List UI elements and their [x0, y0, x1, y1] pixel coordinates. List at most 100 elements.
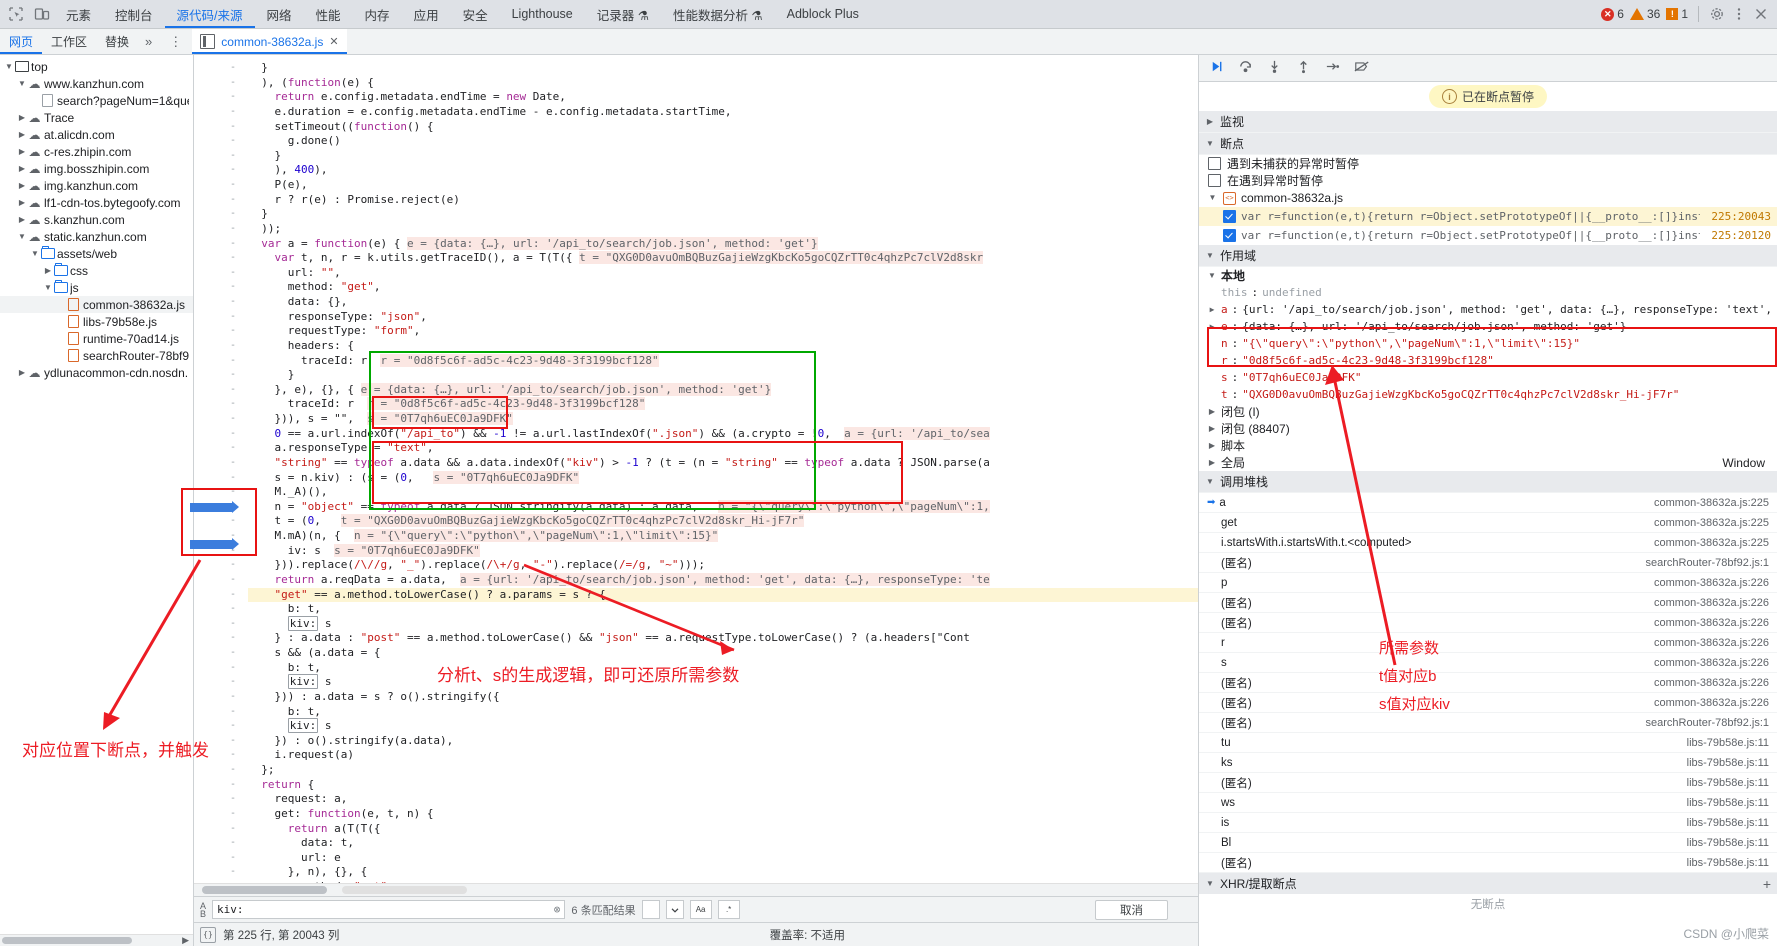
find-input[interactable]: kiv: ⊗ [212, 900, 566, 919]
tree-item-at-alicdn-com[interactable]: ▶ ☁ at.alicdn.com [0, 126, 193, 143]
subtab-overrides[interactable]: 替换 [96, 29, 138, 54]
callstack-list[interactable]: ➡ a common-38632a.js:225 get common-38632a.j… [1199, 493, 1777, 873]
navigator-scroll-right-icon[interactable]: ▶ [182, 935, 189, 946]
tab-recorder[interactable]: 记录器 ⚗ [585, 0, 661, 28]
breakpoint-row[interactable]: var r=function(e,t){return r=Object.setP… [1199, 207, 1777, 226]
clear-icon[interactable]: ⊗ [554, 903, 561, 916]
tab-performance-insights[interactable]: 性能数据分析 ⚗ [661, 0, 775, 28]
pretty-print-icon[interactable]: {} [200, 926, 216, 943]
find-next-button[interactable] [665, 900, 684, 919]
tree-item-runtime-70ad14-js[interactable]: runtime-70ad14.js [0, 330, 193, 347]
editor-hscrollbar[interactable] [194, 883, 1198, 896]
step-into-icon[interactable] [1267, 59, 1282, 77]
chevron-right-icon[interactable]: ▶ [17, 198, 27, 207]
scope-variable-s[interactable]: s: "0T7qh6uEC0Ja9DFK" [1199, 369, 1777, 386]
checkbox-exceptions[interactable] [1208, 174, 1221, 187]
subtab-more-options-icon[interactable]: ⋮ [159, 34, 192, 50]
tree-item-assets-web[interactable]: ▼ assets/web [0, 245, 193, 262]
pause-uncaught-option[interactable]: 遇到未捕获的异常时暂停 [1199, 155, 1777, 172]
section-xhr-breakpoints[interactable]: ▼ XHR/提取断点 + [1199, 873, 1777, 894]
chevron-right-icon[interactable]: ▶ [17, 215, 27, 224]
kebab-menu-icon[interactable] [1731, 6, 1747, 22]
scope-variable-this[interactable]: this: undefined [1199, 284, 1777, 301]
tree-item-searchrouter-78bf92-js[interactable]: searchRouter-78bf92.js [0, 347, 193, 364]
chevron-right-icon[interactable]: ▶ [17, 368, 27, 377]
scope-variable-t[interactable]: t: "QXG0D0avuOmBQBuzGajieWzgKbcKo5goCQZr… [1199, 386, 1777, 403]
callstack-row[interactable]: (匿名) searchRouter-78bf92.js:1 [1199, 553, 1777, 573]
scope-group[interactable]: ▶ 闭包 (88407) [1199, 420, 1777, 437]
callstack-row[interactable]: tu libs-79b58e.js:11 [1199, 733, 1777, 753]
tree-item-img-bosszhipin-com[interactable]: ▶ ☁ img.bosszhipin.com [0, 160, 193, 177]
file-tab-common-js[interactable]: common-38632a.js ✕ [192, 29, 347, 54]
tab-network[interactable]: 网络 [255, 0, 304, 28]
tree-item-static-kanzhun-com[interactable]: ▼ ☁ static.kanzhun.com [0, 228, 193, 245]
scope-group[interactable]: ▶ 闭包 (I) [1199, 403, 1777, 420]
section-scope[interactable]: ▼ 作用域 [1199, 245, 1777, 267]
tab-security[interactable]: 安全 [451, 0, 500, 28]
chevron-right-icon[interactable]: ▶ [1207, 305, 1217, 314]
tree-item-search-pagenum-1-query-p[interactable]: search?pageNum=1&query=p [0, 92, 193, 109]
tree-item-lf1-cdn-tos-bytegoofy-com[interactable]: ▶ ☁ lf1-cdn-tos.bytegoofy.com [0, 194, 193, 211]
chevron-down-icon[interactable]: ▼ [17, 79, 27, 88]
callstack-row[interactable]: (匿名) common-38632a.js:226 [1199, 593, 1777, 613]
file-tree[interactable]: ▼ top ▼ ☁ www.kanzhun.com search?pageNum=1&qu… [0, 55, 193, 946]
tree-item-css[interactable]: ▶ css [0, 262, 193, 279]
scope-variable-a[interactable]: ▶ a: {url: '/api_to/search/job.json', met… [1199, 301, 1777, 318]
callstack-row[interactable]: ➡ a common-38632a.js:225 [1199, 493, 1777, 513]
chevron-down-icon[interactable]: ▼ [4, 62, 14, 71]
callstack-row[interactable]: ks libs-79b58e.js:11 [1199, 753, 1777, 773]
chevron-down-icon[interactable]: ▼ [43, 283, 53, 292]
callstack-row[interactable]: p common-38632a.js:226 [1199, 573, 1777, 593]
error-count-badge[interactable]: ✕ 6 [1601, 7, 1624, 21]
subtab-page[interactable]: 网页 [0, 29, 42, 54]
close-icon[interactable] [1753, 6, 1769, 22]
tab-adblock-plus[interactable]: Adblock Plus [775, 0, 871, 28]
chevron-right-icon[interactable]: ▶ [1207, 441, 1217, 450]
tree-item-www-kanzhun-com[interactable]: ▼ ☁ www.kanzhun.com [0, 75, 193, 92]
deactivate-breakpoints-icon[interactable] [1354, 59, 1370, 77]
callstack-row[interactable]: (匿名) libs-79b58e.js:11 [1199, 773, 1777, 793]
tab-sources[interactable]: 源代码/来源 [165, 0, 255, 28]
subtab-overflow-icon[interactable]: » [138, 34, 159, 49]
checkbox-breakpoint-1[interactable] [1223, 210, 1236, 223]
tree-item-trace[interactable]: ▶ ☁ Trace [0, 109, 193, 126]
add-xhr-breakpoint-icon[interactable]: + [1763, 876, 1771, 892]
callstack-row[interactable]: (匿名) libs-79b58e.js:11 [1199, 853, 1777, 873]
tree-item-js[interactable]: ▼ js [0, 279, 193, 296]
scope-group[interactable]: ▶ 全局 Window [1199, 454, 1777, 471]
callstack-row[interactable]: s common-38632a.js:226 [1199, 653, 1777, 673]
tab-memory[interactable]: 内存 [353, 0, 402, 28]
tab-console[interactable]: 控制台 [103, 0, 165, 28]
main-tabs[interactable]: 元素 控制台 源代码/来源 网络 性能 内存 应用 安全 Lighthouse … [54, 0, 1601, 28]
chevron-right-icon[interactable]: ▶ [17, 130, 27, 139]
file-tab-close-icon[interactable]: ✕ [329, 35, 338, 48]
inspect-element-icon[interactable] [8, 6, 24, 22]
chevron-right-icon[interactable]: ▶ [1207, 458, 1217, 467]
callstack-row[interactable]: r common-38632a.js:226 [1199, 633, 1777, 653]
chevron-down-icon[interactable]: ▼ [30, 249, 40, 258]
step-over-icon[interactable] [1238, 59, 1253, 77]
tab-elements[interactable]: 元素 [54, 0, 103, 28]
tree-item-ydlunacommon-cdn-nosdn-127-n[interactable]: ▶☁ydlunacommon-cdn.nosdn.127.n [0, 364, 193, 381]
chevron-right-icon[interactable]: ▶ [17, 113, 27, 122]
cancel-button[interactable]: 取消 [1095, 899, 1169, 920]
pause-exceptions-option[interactable]: 在遇到异常时暂停 [1199, 172, 1777, 189]
warning-count-badge[interactable]: 36 [1629, 7, 1660, 21]
callstack-row[interactable]: ws libs-79b58e.js:11 [1199, 793, 1777, 813]
scope-group[interactable]: ▶ 脚本 [1199, 437, 1777, 454]
callstack-row[interactable]: get common-38632a.js:225 [1199, 513, 1777, 533]
chevron-right-icon[interactable]: ▶ [17, 147, 27, 156]
section-breakpoints[interactable]: ▼ 断点 [1199, 133, 1777, 155]
tab-performance[interactable]: 性能 [304, 0, 353, 28]
match-case-button[interactable]: Aa [689, 900, 712, 919]
chevron-right-icon[interactable]: ▶ [43, 266, 53, 275]
callstack-row[interactable]: Bl libs-79b58e.js:11 [1199, 833, 1777, 853]
tab-application[interactable]: 应用 [402, 0, 451, 28]
gear-icon[interactable] [1709, 6, 1725, 22]
breakpoint-file-group[interactable]: ▼ <> common-38632a.js [1199, 189, 1777, 207]
subtab-workspace[interactable]: 工作区 [42, 29, 96, 54]
tab-lighthouse[interactable]: Lighthouse [500, 0, 585, 28]
scope-local-group[interactable]: ▼ 本地 [1199, 267, 1777, 284]
section-callstack[interactable]: ▼ 调用堆栈 [1199, 471, 1777, 493]
callstack-row[interactable]: is libs-79b58e.js:11 [1199, 813, 1777, 833]
